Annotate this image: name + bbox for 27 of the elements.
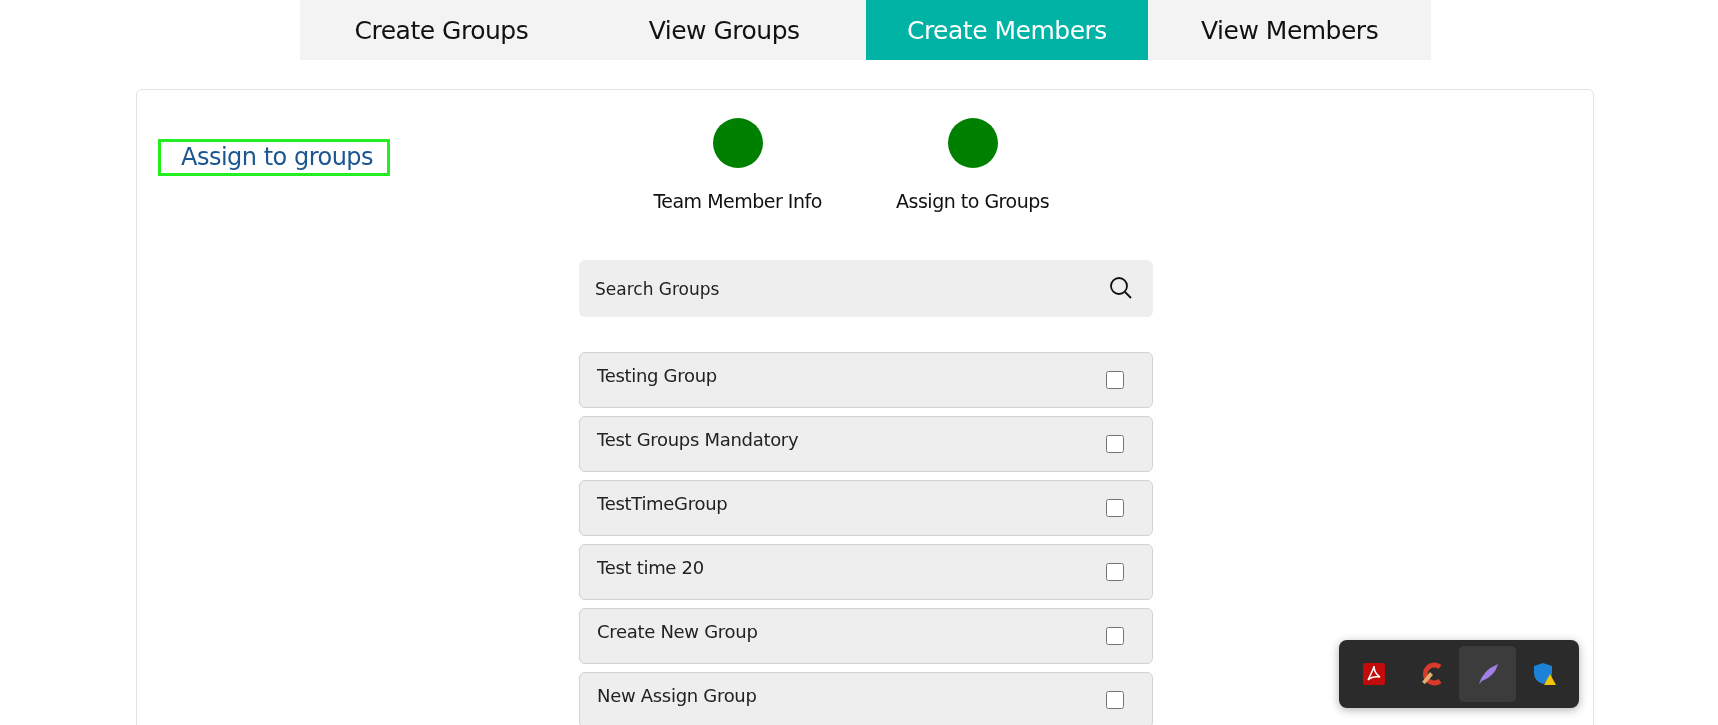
group-checkbox[interactable] [1106,691,1124,709]
group-row[interactable]: Testing Group [579,352,1153,408]
group-row[interactable]: Test time 20 [579,544,1153,600]
group-row[interactable]: TestTimeGroup [579,480,1153,536]
group-name: TestTimeGroup [597,492,728,514]
group-checkbox[interactable] [1106,499,1124,517]
group-name: Testing Group [597,364,717,386]
group-name: Create New Group [597,620,758,642]
group-name: New Assign Group [597,684,757,706]
tray-app-button[interactable] [1459,646,1516,702]
group-checkbox[interactable] [1106,435,1124,453]
group-row[interactable]: New Assign Group [579,672,1153,725]
step-label: Team Member Info [653,190,822,212]
group-checkbox[interactable] [1106,563,1124,581]
group-checkbox[interactable] [1106,627,1124,645]
section-heading: Assign to groups [158,139,391,176]
feather-icon [1476,662,1499,686]
group-name: Test Groups Mandatory [597,428,799,450]
group-row[interactable]: Create New Group [579,608,1153,664]
search-icon[interactable] [1109,276,1133,300]
group-checkbox[interactable] [1106,371,1124,389]
step-label: Assign to Groups [896,190,1050,212]
search-field[interactable]: Search Groups [579,260,1153,317]
group-name: Test time 20 [597,556,704,578]
group-row[interactable]: Test Groups Mandatory [579,416,1153,472]
document-app-icon [1362,663,1385,685]
shield-warning-icon [1532,662,1557,686]
